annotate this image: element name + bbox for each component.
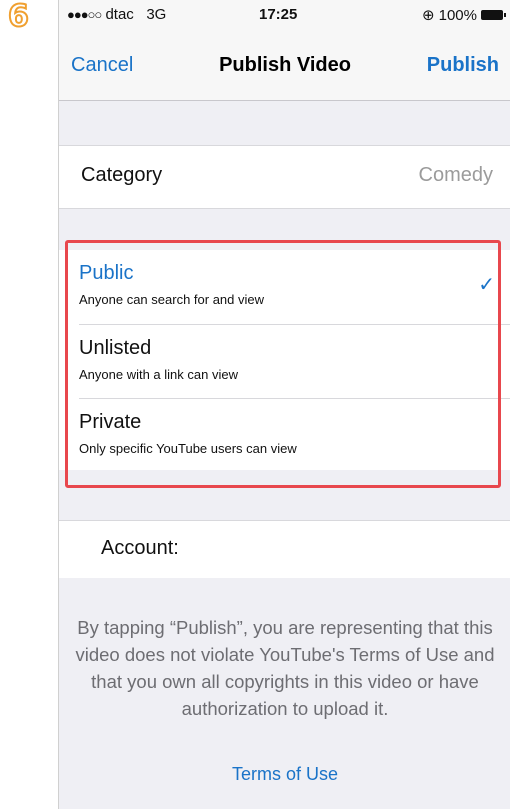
category-value: Comedy [418,164,493,186]
phone-screen: ●●●○○ dtac 3G 17:25 ⊕ 100% Cancel Publis… [58,0,510,809]
carrier-name: dtac [105,6,134,23]
network-type: 3G [146,6,167,23]
footer: By tapping “Publish”, you are representi… [59,578,510,809]
status-bar: ●●●○○ dtac 3G 17:25 ⊕ 100% [59,0,510,30]
signal-strength-icon: ●●●○○ [67,7,102,22]
battery-percent: 100% [438,6,477,24]
status-time: 17:25 [259,6,298,23]
terms-of-use-link[interactable]: Terms of Use [59,764,510,785]
rotation-lock-icon: ⊕ [422,7,435,24]
category-row[interactable]: Category Comedy [59,145,510,209]
publish-button[interactable]: Publish [427,54,499,77]
navigation-bar: Cancel Publish Video Publish [59,30,510,101]
account-row[interactable]: Account: [59,520,510,580]
account-label: Account: [101,537,179,559]
category-label: Category [81,164,163,186]
highlight-box [65,240,501,488]
carrier-info: ●●●○○ dtac 3G [67,6,166,23]
status-right: ⊕ 100% [422,6,506,24]
battery-icon [481,10,506,20]
publish-notice: By tapping “Publish”, you are representi… [75,617,495,719]
step-number: 6 [7,0,30,35]
